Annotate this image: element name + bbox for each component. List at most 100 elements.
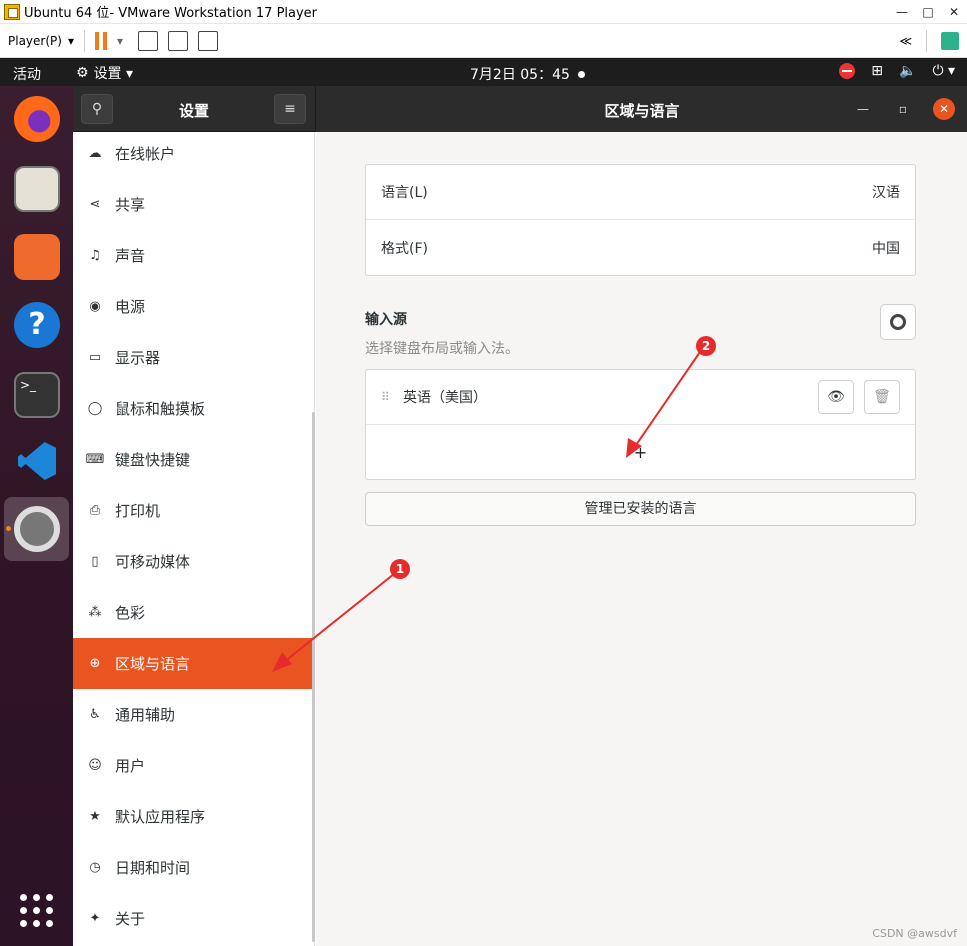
- files-icon[interactable]: [14, 166, 60, 212]
- notes-icon[interactable]: [941, 31, 959, 50]
- sidebar-item-label: 声音: [115, 247, 146, 265]
- fullscreen-icon[interactable]: [168, 30, 189, 51]
- input-sources-card: ⠿ 英语（美国） 👁 🗑 +: [365, 369, 916, 480]
- power-menu-icon[interactable]: ⏻ ▾: [932, 63, 955, 79]
- sidebar-item-users[interactable]: ☺ 用户: [73, 740, 314, 791]
- annotation-badge-1: 1: [390, 559, 410, 579]
- network-icon[interactable]: ⊞: [871, 63, 883, 79]
- sidebar-item-sharing[interactable]: ⋖ 共享: [73, 179, 314, 230]
- toolbar-divider: [83, 29, 85, 52]
- cloud-icon: ☁: [88, 146, 102, 161]
- pause-dropdown-icon[interactable]: ▾: [117, 34, 123, 48]
- usb-icon: ▯: [91, 554, 99, 569]
- sidebar-item-color[interactable]: ⁂ 色彩: [73, 587, 314, 638]
- show-applications-icon[interactable]: [20, 894, 54, 928]
- trash-icon: 🗑: [873, 389, 891, 405]
- sidebar-item-power[interactable]: ◉ 电源: [73, 281, 314, 332]
- remove-input-button[interactable]: 🗑: [864, 380, 900, 414]
- vscode-icon[interactable]: [14, 438, 60, 484]
- running-indicator-icon: [6, 526, 11, 531]
- player-menu-button[interactable]: Player(P) ▾: [0, 34, 74, 48]
- firefox-icon[interactable]: [14, 96, 60, 142]
- printer-icon: ⎙: [89, 503, 101, 518]
- app-menu-label: 设置 ▾: [93, 66, 134, 82]
- mouse-icon: ◯: [87, 401, 103, 416]
- clock-label: 7月2日 05：45: [470, 67, 570, 83]
- sidebar-item-sound[interactable]: ♫ 声音: [73, 230, 314, 281]
- hamburger-icon: ≡: [284, 101, 296, 117]
- keyboard-icon: ⌨: [85, 452, 105, 467]
- music-note-icon: ♫: [89, 248, 101, 263]
- language-row[interactable]: 语言(L) 汉语: [366, 165, 915, 220]
- sidebar-item-label: 电源: [115, 298, 146, 316]
- window-controls: — □ ✕: [889, 5, 967, 19]
- minimize-button[interactable]: —: [889, 5, 915, 19]
- sidebar-item-region-language[interactable]: ⊕ 区域与语言: [73, 638, 314, 689]
- sidebar-header: ⚲ 设置 ≡: [73, 86, 315, 132]
- close-app-button[interactable]: ✕: [933, 98, 955, 120]
- vmware-toolbar: Player(P) ▾ ▾ ≪: [0, 24, 967, 58]
- sidebar-item-online-accounts[interactable]: ☁ 在线帐户: [73, 132, 314, 179]
- player-menu-label: Player(P): [8, 33, 62, 48]
- format-value: 中国: [872, 240, 900, 257]
- do-not-disturb-icon[interactable]: [839, 63, 856, 79]
- unity-mode-icon[interactable]: [198, 30, 219, 51]
- sidebar-item-label: 显示器: [115, 349, 161, 367]
- vmware-logo-icon: [4, 3, 20, 20]
- input-source-row[interactable]: ⠿ 英语（美国） 👁 🗑: [366, 370, 915, 425]
- help-icon[interactable]: ?: [14, 302, 60, 348]
- drag-handle-icon[interactable]: ⠿: [381, 391, 391, 403]
- app-menu-button[interactable]: ⚙ 设置 ▾: [76, 63, 133, 83]
- language-format-card: 语言(L) 汉语 格式(F) 中国: [365, 164, 916, 276]
- clock-button[interactable]: 7月2日 05：45: [470, 64, 585, 84]
- collapse-toolbar-button[interactable]: ≪: [899, 34, 912, 48]
- language-label: 语言(L): [381, 185, 428, 201]
- sidebar-item-displays[interactable]: ▭ 显示器: [73, 332, 314, 383]
- sidebar-item-label: 关于: [115, 910, 146, 928]
- power-icon: ◉: [89, 299, 101, 314]
- dropdown-arrow-icon: ▾: [67, 33, 74, 48]
- input-sources-title: 输入源: [365, 312, 407, 328]
- add-icon: +: [633, 442, 648, 462]
- activities-button[interactable]: 活动: [13, 64, 41, 84]
- sparkle-icon: ✦: [89, 911, 101, 926]
- sidebar-item-label: 色彩: [115, 604, 146, 622]
- send-ctrl-alt-del-icon[interactable]: [138, 30, 159, 51]
- sidebar-item-label: 鼠标和触摸板: [115, 400, 206, 418]
- terminal-icon[interactable]: >_: [14, 372, 60, 418]
- manage-languages-button[interactable]: 管理已安装的语言: [365, 492, 916, 526]
- close-window-button[interactable]: ✕: [941, 5, 967, 19]
- sidebar-item-mouse[interactable]: ◯ 鼠标和触摸板: [73, 383, 314, 434]
- volume-icon[interactable]: 🔈: [899, 63, 916, 79]
- preview-layout-button[interactable]: 👁: [818, 380, 854, 414]
- menu-button[interactable]: ≡: [274, 94, 306, 124]
- maximize-button[interactable]: □: [915, 5, 941, 19]
- content-header: 区域与语言 — ▫ ✕: [315, 86, 967, 132]
- sidebar-item-date-time[interactable]: ◷ 日期和时间: [73, 842, 314, 893]
- sidebar-item-accessibility[interactable]: ♿ 通用辅助: [73, 689, 314, 740]
- pause-icon[interactable]: [94, 31, 109, 50]
- software-store-icon[interactable]: [14, 234, 60, 280]
- sidebar-item-default-apps[interactable]: ★ 默认应用程序: [73, 791, 314, 842]
- annotation-badge-2: 2: [696, 336, 716, 356]
- display-icon: ▭: [88, 350, 102, 365]
- sidebar-item-printers[interactable]: ⎙ 打印机: [73, 485, 314, 536]
- minimize-app-button[interactable]: —: [852, 98, 874, 120]
- globe-icon: ⊕: [89, 656, 101, 671]
- ubuntu-dock: ? >_: [0, 86, 73, 946]
- sidebar-scrollbar[interactable]: [312, 412, 315, 942]
- add-input-source-button[interactable]: +: [366, 425, 915, 479]
- input-options-button[interactable]: [880, 304, 916, 340]
- language-value: 汉语: [872, 185, 900, 201]
- sidebar-item-about[interactable]: ✦ 关于: [73, 893, 314, 944]
- sidebar-item-label: 可移动媒体: [115, 553, 191, 571]
- format-row[interactable]: 格式(F) 中国: [366, 220, 915, 275]
- restore-app-button[interactable]: ▫: [892, 98, 914, 120]
- system-tray[interactable]: ⊞ 🔈 ⏻ ▾: [839, 63, 955, 79]
- sidebar-item-removable-media[interactable]: ▯ 可移动媒体: [73, 536, 314, 587]
- gear-icon: [890, 314, 906, 330]
- sidebar-item-keyboard[interactable]: ⌨ 键盘快捷键: [73, 434, 314, 485]
- settings-app-icon[interactable]: [14, 506, 60, 552]
- clock-icon: ◷: [89, 860, 101, 875]
- sidebar-item-label: 键盘快捷键: [115, 451, 191, 469]
